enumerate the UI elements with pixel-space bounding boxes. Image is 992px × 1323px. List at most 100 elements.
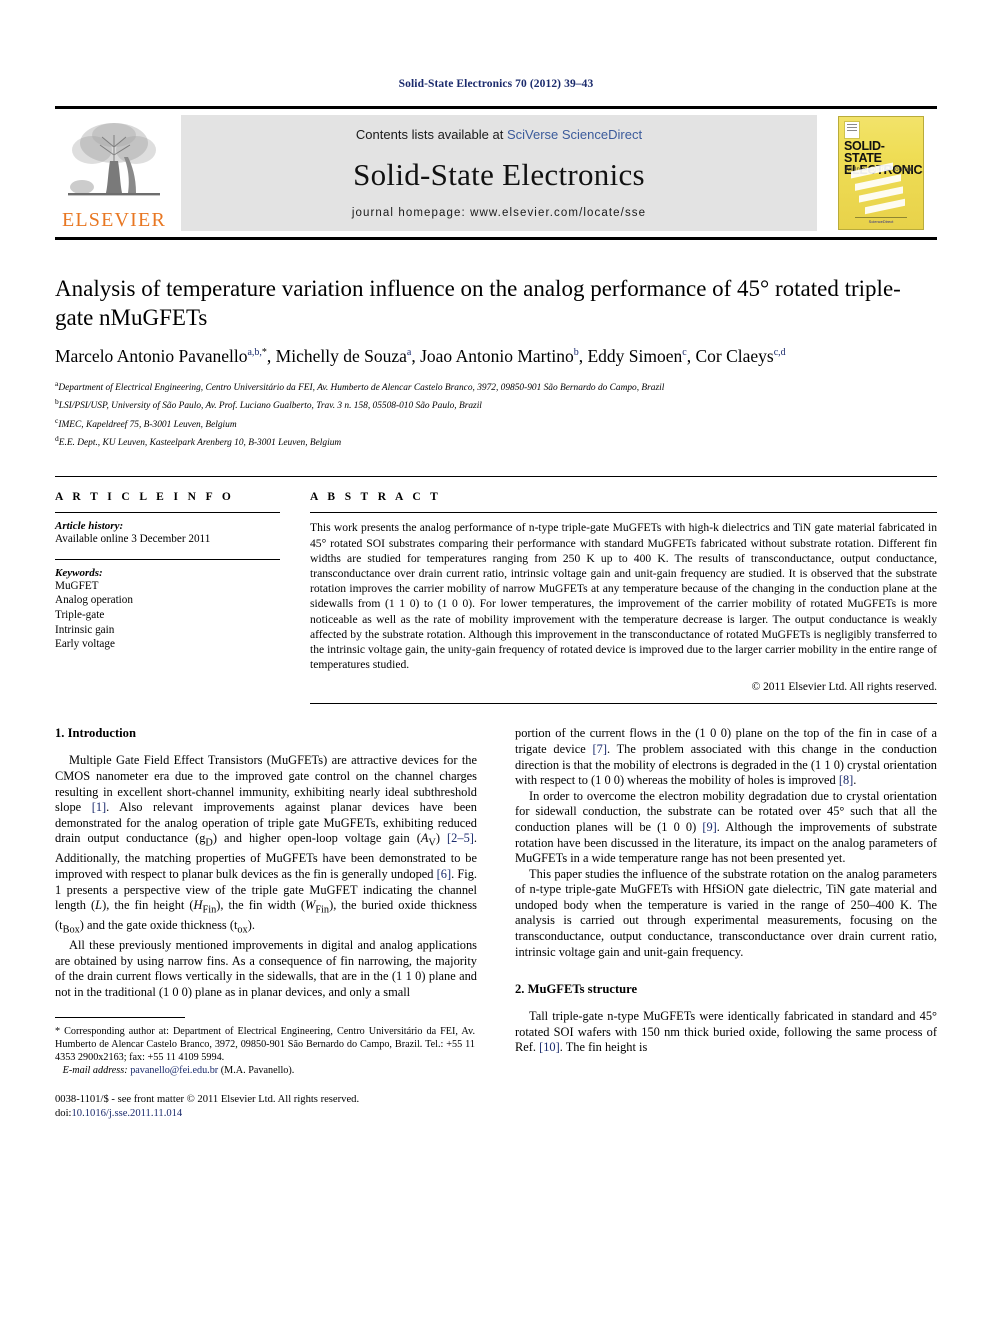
right-column: portion of the current flows in the (1 0… bbox=[515, 726, 937, 1120]
author-affil-marks: a bbox=[406, 347, 412, 359]
text-run: ) and the gate oxide thickness (t bbox=[79, 918, 238, 933]
citation-ref[interactable]: [9] bbox=[702, 820, 716, 834]
journal-cover-thumbnail: SOLID-STATE ELECTRONICS An International… bbox=[825, 109, 937, 237]
article-history-label: Article history: bbox=[55, 520, 124, 533]
subscript: Fin bbox=[315, 904, 330, 916]
cover-footer: ScienceDirect bbox=[855, 217, 907, 226]
affiliation-item: aDepartment of Electrical Engineering, C… bbox=[55, 377, 937, 395]
keywords-list: MuGFET Analog operation Triple-gate Intr… bbox=[55, 579, 280, 652]
affiliation-text: E.E. Dept., KU Leuven, Kasteelpark Arenb… bbox=[58, 438, 342, 449]
right-paragraph-2: In order to overcome the electron mobili… bbox=[515, 789, 937, 867]
section-heading-introduction: 1. Introduction bbox=[55, 726, 136, 741]
author-list: Marcelo Antonio Pavanelloa,b,*, Michelly… bbox=[55, 346, 786, 366]
sciencedirect-link[interactable]: SciVerse ScienceDirect bbox=[507, 127, 642, 142]
cover-title-line1: SOLID-STATE bbox=[844, 139, 885, 165]
keyword-item: Analog operation bbox=[55, 594, 133, 607]
citation-ref[interactable]: [8] bbox=[839, 773, 853, 787]
subscript: D bbox=[205, 837, 213, 849]
text-run: ), the fin height ( bbox=[102, 898, 194, 913]
email-suffix: (M.A. Pavanello). bbox=[218, 1065, 295, 1077]
author-affil-marks: c,d bbox=[773, 347, 786, 359]
elsevier-logo: ELSEVIER bbox=[55, 109, 173, 237]
affiliation-text: Department of Electrical Engineering, Ce… bbox=[58, 383, 665, 394]
affiliation-item: bLSI/PSI/USP, University of São Paulo, A… bbox=[55, 395, 937, 413]
cover-art: SOLID-STATE ELECTRONICS An International… bbox=[838, 116, 924, 230]
text-run: . The fin height is bbox=[559, 1040, 648, 1055]
left-column: 1. Introduction Multiple Gate Field Effe… bbox=[55, 726, 477, 1120]
corresponding-author-note: * Corresponding author at: Department of… bbox=[55, 1025, 475, 1065]
journal-masthead: ELSEVIER Contents lists available at Sci… bbox=[55, 106, 937, 240]
citation-ref[interactable]: [1] bbox=[92, 800, 106, 814]
intro-paragraph-2: All these previously mentioned improveme… bbox=[55, 938, 477, 1000]
masthead-center: Contents lists available at SciVerse Sci… bbox=[181, 115, 817, 231]
author-name: Cor Claeys bbox=[695, 346, 774, 366]
cover-elsevier-mark-icon bbox=[844, 121, 860, 139]
affiliation-item: cIMEC, Kapeldreef 75, B-3001 Leuven, Bel… bbox=[55, 414, 937, 432]
email-label: E-mail address: bbox=[62, 1065, 128, 1077]
divider bbox=[55, 512, 280, 514]
paper-page: Solid-State Electronics 70 (2012) 39–43 bbox=[0, 0, 992, 1323]
abstract-heading: A B S T R A C T bbox=[310, 491, 442, 504]
subscript: ox bbox=[237, 924, 248, 936]
right-paragraph-1: portion of the current flows in the (1 0… bbox=[515, 726, 937, 788]
right-paragraph-3: This paper studies the influence of the … bbox=[515, 866, 937, 959]
footnote-text: Corresponding author at: Department of E… bbox=[55, 1025, 475, 1064]
doi-link[interactable]: 10.1016/j.sse.2011.11.014 bbox=[71, 1108, 182, 1119]
contents-line: Contents lists available at SciVerse Sci… bbox=[356, 127, 642, 142]
author-name: Joao Antonio Martino bbox=[420, 346, 574, 366]
issn-copyright-line: 0038-1101/$ - see front matter © 2011 El… bbox=[55, 1094, 360, 1106]
keywords-label: Keywords: bbox=[55, 566, 103, 579]
author-name: Eddy Simoen bbox=[587, 346, 683, 366]
email-note: E-mail address: pavanello@fei.edu.br (M.… bbox=[55, 1064, 475, 1077]
article-info-column: A R T I C L E I N F O Article history: A… bbox=[55, 491, 310, 704]
citation-ref[interactable]: [10] bbox=[539, 1040, 560, 1054]
page-title: Analysis of temperature variation influe… bbox=[55, 276, 901, 330]
divider bbox=[310, 703, 937, 705]
cover-footer-text: ScienceDirect bbox=[868, 219, 894, 224]
text-run: ) bbox=[435, 831, 448, 846]
subscript: Fin bbox=[202, 904, 217, 916]
cover-stripes-decoration bbox=[839, 162, 923, 215]
symbol-italic: W bbox=[304, 898, 316, 913]
corresponding-author-marker: * bbox=[261, 347, 267, 359]
citation-ref[interactable]: [2–5] bbox=[447, 831, 474, 845]
affiliation-item: dE.E. Dept., KU Leuven, Kasteelpark Aren… bbox=[55, 432, 937, 450]
affiliation-text: IMEC, Kapeldreef 75, B-3001 Leuven, Belg… bbox=[58, 419, 237, 430]
author-affil-marks: b bbox=[573, 347, 579, 359]
keyword-item: Triple-gate bbox=[55, 609, 105, 621]
doi-line: doi:10.1016/j.sse.2011.11.014 bbox=[55, 1107, 475, 1121]
footnote-block: * Corresponding author at: Department of… bbox=[55, 1025, 475, 1121]
elsevier-wordmark: ELSEVIER bbox=[61, 209, 167, 231]
journal-title: Solid-State Electronics bbox=[353, 156, 645, 192]
subscript: V bbox=[428, 837, 436, 849]
text-run: ) and higher open-loop voltage gain ( bbox=[212, 831, 421, 846]
structure-paragraph-1: Tall triple-gate n-type MuGFETs were ide… bbox=[515, 1009, 937, 1056]
imprint-block: 0038-1101/$ - see front matter © 2011 El… bbox=[55, 1093, 475, 1120]
keyword-item: MuGFET bbox=[55, 579, 99, 592]
article-info-heading: A R T I C L E I N F O bbox=[55, 491, 235, 504]
info-abstract-region: A R T I C L E I N F O Article history: A… bbox=[55, 476, 937, 705]
keyword-item: Early voltage bbox=[55, 638, 115, 651]
elsevier-tree-icon bbox=[62, 117, 166, 209]
copyright-line: © 2011 Elsevier Ltd. All rights reserved… bbox=[751, 681, 937, 694]
intro-paragraph-1: Multiple Gate Field Effect Transistors (… bbox=[55, 753, 477, 938]
keyword-item: Intrinsic gain bbox=[55, 623, 115, 636]
email-link[interactable]: pavanello@fei.edu.br bbox=[130, 1065, 218, 1076]
subscript: Box bbox=[62, 924, 80, 936]
author-affil-marks: a,b, bbox=[247, 347, 262, 359]
text-run: ), the fin width ( bbox=[216, 898, 305, 913]
text-run: . bbox=[853, 773, 857, 788]
section-heading-mugfets-structure: 2. MuGFETs structure bbox=[515, 982, 638, 997]
footnote-rule bbox=[55, 1016, 185, 1025]
affiliation-text: LSI/PSI/USP, University of São Paulo, Av… bbox=[58, 401, 482, 412]
journal-homepage[interactable]: journal homepage: www.elsevier.com/locat… bbox=[352, 207, 646, 219]
text-run: ). bbox=[247, 918, 255, 933]
citation-ref[interactable]: [7] bbox=[593, 742, 607, 756]
citation-ref[interactable]: [6] bbox=[437, 867, 451, 881]
divider bbox=[310, 512, 937, 514]
author-name: Marcelo Antonio Pavanello bbox=[55, 346, 248, 366]
author-affil-marks: c bbox=[682, 347, 687, 359]
doi-label: doi: bbox=[55, 1108, 72, 1120]
running-head: Solid-State Electronics 70 (2012) 39–43 bbox=[398, 78, 594, 90]
abstract-text: This work presents the analog performanc… bbox=[310, 521, 937, 672]
